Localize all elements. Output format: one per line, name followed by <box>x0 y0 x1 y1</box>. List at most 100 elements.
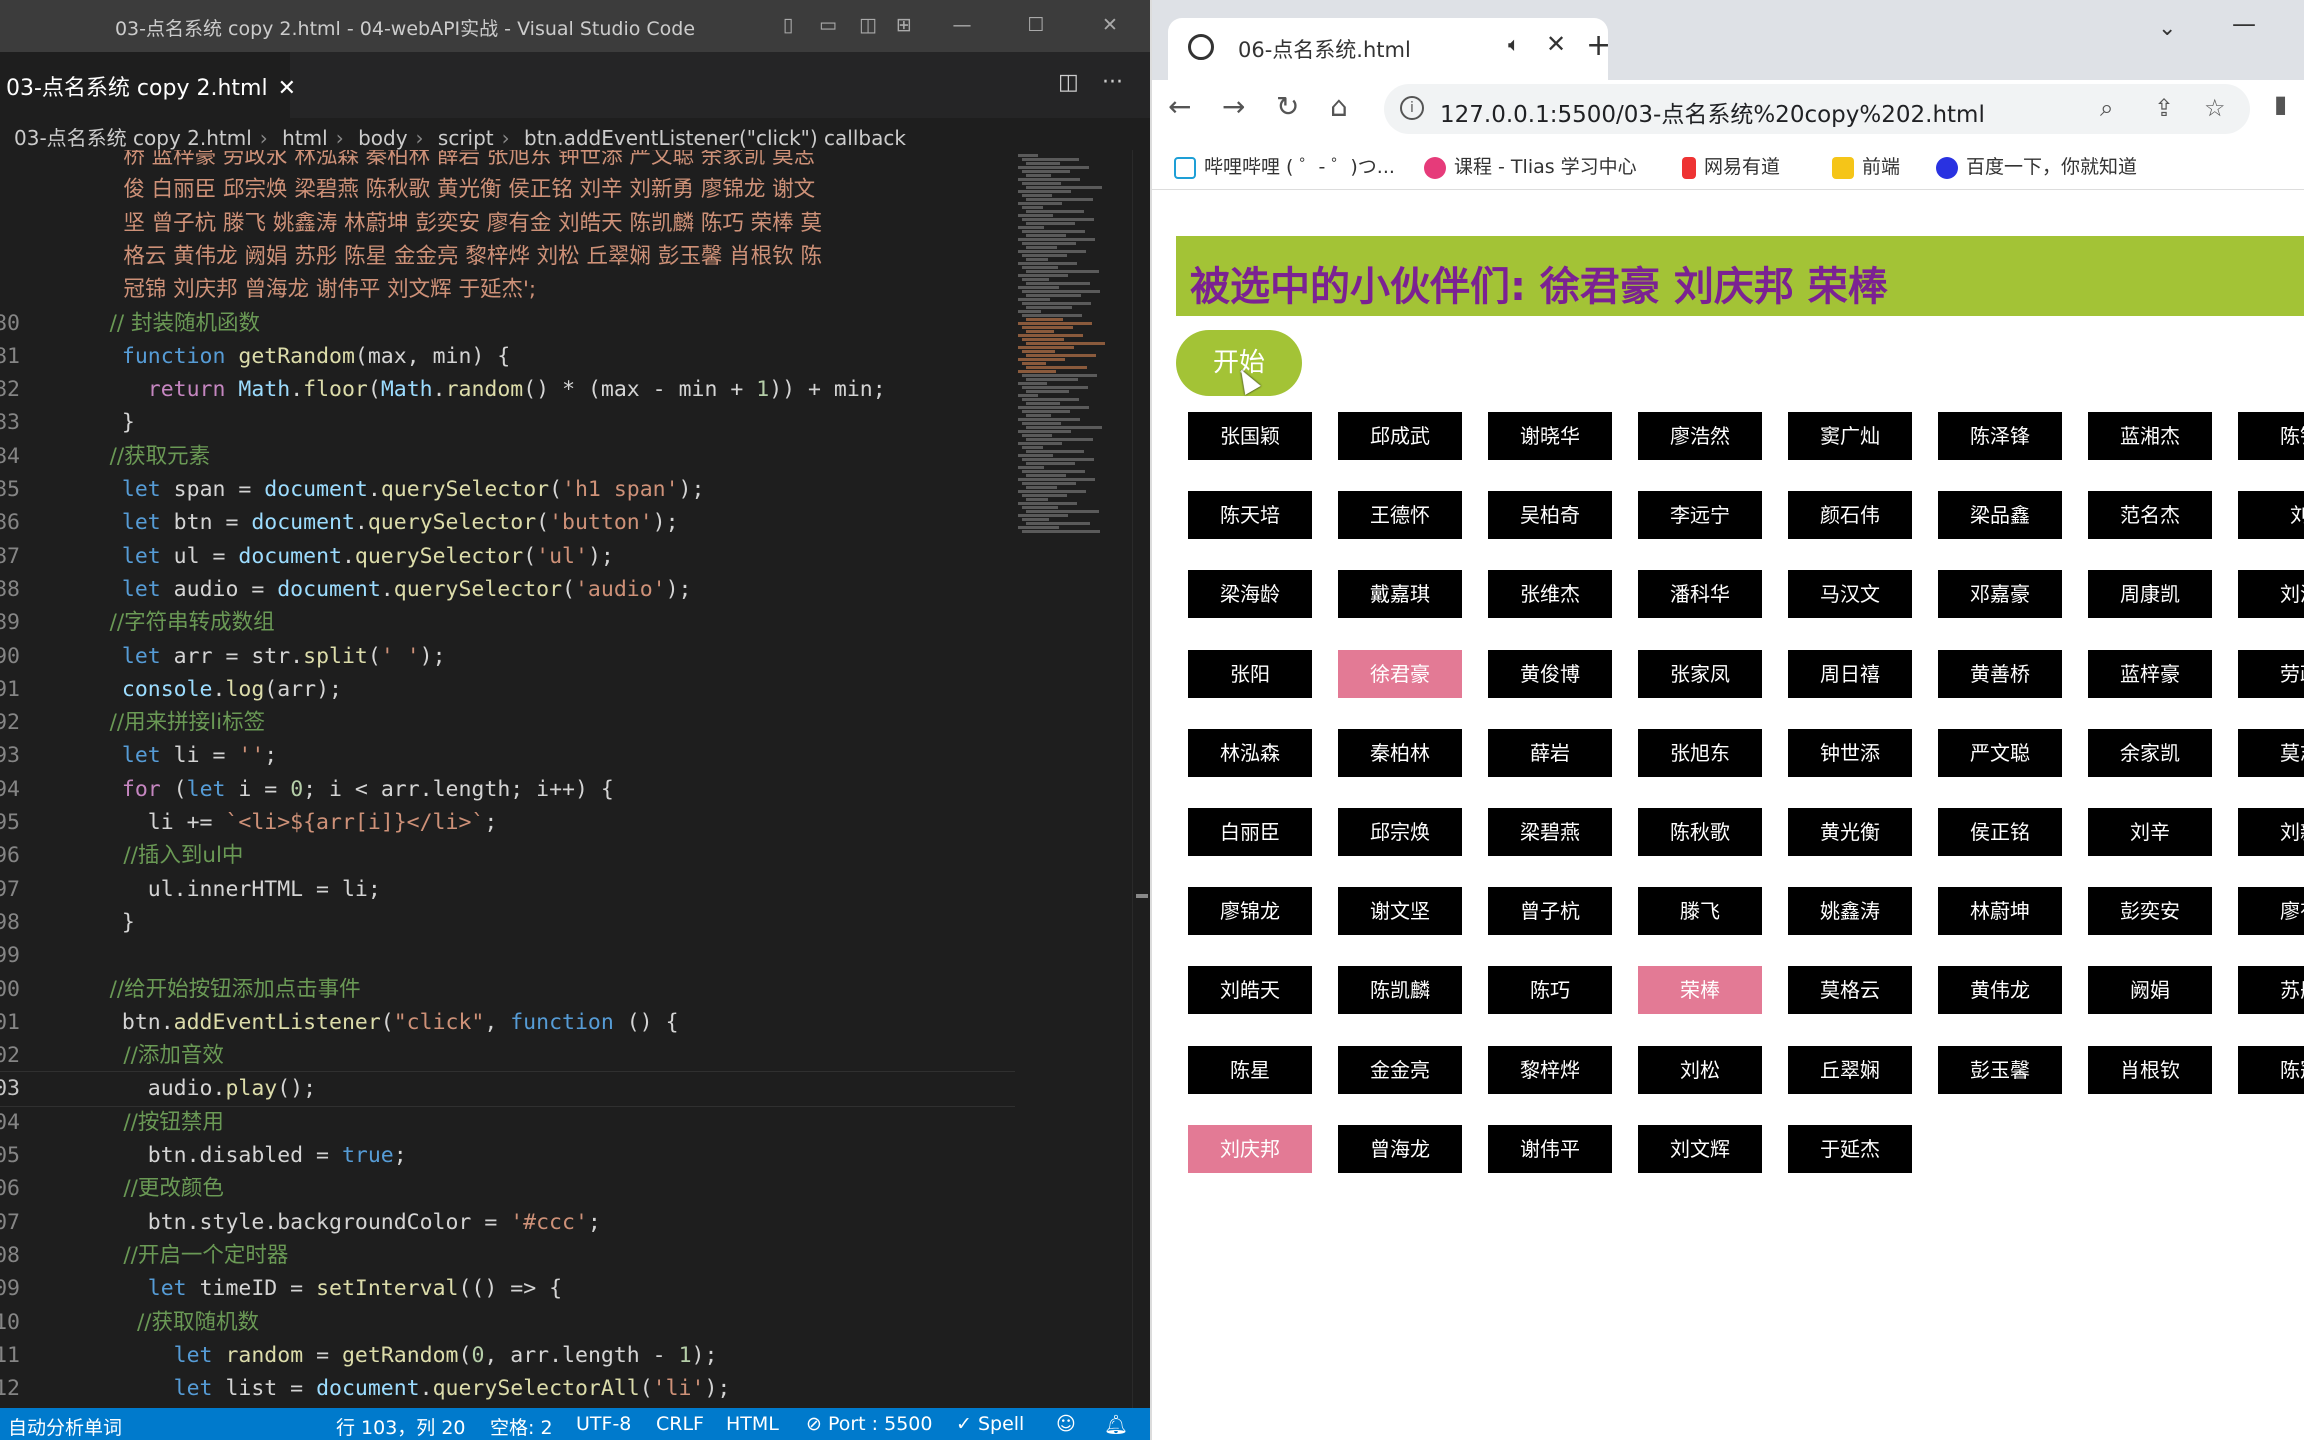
name-item: 陈冠 <box>2238 1045 2304 1094</box>
name-item: 廖浩然 <box>1638 412 1762 460</box>
home-icon[interactable]: ⌂ <box>1330 90 1348 123</box>
code-line: 93 let li = ''; <box>0 739 1015 772</box>
name-item: 彭奕安 <box>2088 887 2212 936</box>
code-line: 04 //按钮禁用 <box>0 1106 1015 1139</box>
code-line: 格云 黄伟龙 阙娟 苏彤 陈星 金金亮 黎梓烨 刘松 丘翠娴 彭玉馨 肖根钦 陈 <box>0 240 1015 273</box>
notifications-icon[interactable]: 🔔︎ <box>1104 1413 1128 1436</box>
name-item: 张国颖 <box>1188 412 1312 460</box>
code-line: 89 //字符串转成数组 <box>0 606 1015 639</box>
layout-split-icon[interactable]: ◫ <box>856 14 880 36</box>
bookmark-item[interactable]: 课程 - Tlias 学习中心 <box>1424 152 1637 179</box>
name-item: 张旭东 <box>1638 728 1762 777</box>
feedback-icon[interactable]: ☺ <box>1056 1413 1076 1435</box>
code-line: 98 } <box>0 906 1015 939</box>
breadcrumb-item[interactable]: body <box>358 126 407 150</box>
name-item: 莫格云 <box>1788 966 1912 1015</box>
line-text: let timeID = setInterval(() => { <box>147 1276 563 1302</box>
code-line: 83 } <box>0 406 1015 439</box>
customize-layout-icon[interactable]: ⊞ <box>892 14 916 36</box>
close-icon[interactable]: ✕ <box>1098 14 1122 36</box>
breadcrumb-item[interactable]: html <box>282 126 328 150</box>
name-item: 邱宗焕 <box>1338 808 1462 856</box>
bookmark-folder[interactable]: 前端 <box>1832 152 1900 179</box>
line-number: 91 <box>0 676 20 702</box>
name-item: 阙娟 <box>2088 966 2212 1015</box>
line-text: let audio = document.querySelector('audi… <box>121 576 692 602</box>
forward-icon[interactable]: → <box>1222 90 1245 123</box>
code-line: 俊 白丽臣 邱宗焕 梁碧燕 陈秋歌 黄光衡 侯正铭 刘辛 刘新勇 廖锦龙 谢文 <box>0 173 1015 206</box>
minimize-icon[interactable]: — <box>2232 10 2256 38</box>
breadcrumb: 03-点名系统 copy 2.html › html › body › script ›… <box>0 118 1150 152</box>
side-panel-icon[interactable]: ▮ <box>2274 90 2287 118</box>
line-text: let btn = document.querySelector('button… <box>121 510 679 536</box>
tab-close-icon[interactable]: ✕ <box>278 76 296 101</box>
name-item-selected: 徐君豪 <box>1338 649 1462 698</box>
code-line: 00 //给开始按钮添加点击事件 <box>0 973 1015 1006</box>
name-item: 窦广灿 <box>1788 412 1912 460</box>
layout-panel-icon[interactable]: ▭ <box>816 14 840 36</box>
bookmark-item[interactable]: 哔哩哔哩 ( ゜- ゜)つ... <box>1174 152 1395 179</box>
audio-playing-icon[interactable]: 🔈︎ <box>1508 32 1520 56</box>
breadcrumb-item[interactable]: 03-点名系统 copy 2.html <box>14 126 252 150</box>
status-spell[interactable]: ✓ Spell <box>956 1413 1024 1435</box>
share-icon[interactable]: ⇪ <box>2154 94 2174 122</box>
status-eol[interactable]: CRLF <box>656 1413 704 1435</box>
name-item: 陈锦 <box>2238 412 2304 460</box>
status-port[interactable]: ⊘ Port : 5500 <box>806 1413 932 1435</box>
status-encoding[interactable]: UTF-8 <box>576 1413 631 1435</box>
zoom-icon[interactable]: ⌕ <box>2100 94 2113 122</box>
code-line: 05 btn.disabled = true; <box>0 1139 1015 1172</box>
reload-icon[interactable]: ↻ <box>1276 90 1299 123</box>
line-text: btn.style.backgroundColor = '#ccc'; <box>96 1209 601 1235</box>
breadcrumb-item[interactable]: script <box>438 126 494 150</box>
address-bar[interactable]: i 127.0.0.1:5500/03-点名系统%20copy%202.html… <box>1384 84 2250 134</box>
minimap[interactable] <box>1018 150 1130 1408</box>
bookmark-star-icon[interactable]: ☆ <box>2204 94 2226 122</box>
minimize-icon[interactable]: — <box>950 14 974 36</box>
new-tab-icon[interactable]: + <box>1586 28 1611 63</box>
more-actions-icon[interactable]: ··· <box>1102 70 1123 95</box>
name-item: 于延杰 <box>1788 1124 1912 1173</box>
maximize-icon[interactable]: ☐ <box>1024 14 1048 36</box>
name-item: 钟世添 <box>1788 728 1912 777</box>
code-line: 87 let ul = document.querySelector('ul')… <box>0 540 1015 573</box>
code-line: 82 return Math.floor(Math.random() * (ma… <box>0 373 1015 406</box>
line-number: 80 <box>0 310 20 336</box>
bilibili-icon <box>1174 156 1196 179</box>
name-item: 梁碧燕 <box>1488 808 1612 856</box>
tab-close-icon[interactable]: ✕ <box>1546 30 1566 58</box>
name-item: 潘科华 <box>1638 570 1762 619</box>
name-item: 刘新 <box>2238 808 2304 856</box>
name-item: 王德怀 <box>1338 491 1462 540</box>
status-cursor-position[interactable]: 行 103，列 20 <box>336 1413 466 1440</box>
back-icon[interactable]: ← <box>1168 90 1191 123</box>
name-item: 蓝梓豪 <box>2088 649 2212 698</box>
start-button[interactable]: 开始 <box>1176 330 1302 396</box>
editor-scrollbar[interactable] <box>1132 150 1148 1408</box>
vscode-title-bar: 03-点名系统 copy 2.html - 04-webAPI实战 - Visu… <box>0 0 1150 52</box>
line-number: 01 <box>0 1009 20 1035</box>
name-item: 黄俊博 <box>1488 649 1612 698</box>
line-text: 冠锦 刘庆邦 曾海龙 谢伟平 刘文辉 于延杰'; <box>96 277 537 303</box>
code-line: 03 audio.play(); <box>0 1071 1015 1107</box>
breadcrumb-item[interactable]: btn.addEventListener("click") callback <box>524 126 906 150</box>
name-item: 周康凯 <box>2088 570 2212 619</box>
code-editor[interactable]: 桥 蓝梓豪 劳政永 林泓森 秦柏林 薛岩 张旭东 钟世添 严文聪 余家凯 莫志 … <box>0 150 1015 1408</box>
name-item: 金金亮 <box>1338 1045 1462 1094</box>
line-number: 95 <box>0 810 20 835</box>
line-text: let arr = str.split(' '); <box>121 643 446 669</box>
status-left[interactable]: 自动分析单词 <box>8 1413 122 1440</box>
code-line: 02 //添加音效 <box>0 1039 1015 1072</box>
editor-tab[interactable]: 03-点名系统 copy 2.html ✕ <box>0 52 296 118</box>
site-info-icon[interactable]: i <box>1400 96 1424 120</box>
tab-search-icon[interactable]: ⌄ <box>2158 16 2176 41</box>
split-editor-icon[interactable]: ◫ <box>1058 70 1079 95</box>
layout-sidebar-icon[interactable]: ▯ <box>776 14 800 36</box>
status-language[interactable]: HTML <box>726 1413 779 1435</box>
status-indentation[interactable]: 空格: 2 <box>490 1413 553 1440</box>
bookmark-item[interactable]: 网易有道 <box>1682 152 1780 179</box>
line-text: 格云 黄伟龙 阙娟 苏彤 陈星 金金亮 黎梓烨 刘松 丘翠娴 彭玉馨 肖根钦 陈 <box>96 243 823 269</box>
name-item: 滕飞 <box>1638 887 1762 936</box>
line-text: btn.addEventListener("click", function (… <box>96 1009 679 1035</box>
bookmark-item[interactable]: 百度一下，你就知道 <box>1936 152 2137 179</box>
